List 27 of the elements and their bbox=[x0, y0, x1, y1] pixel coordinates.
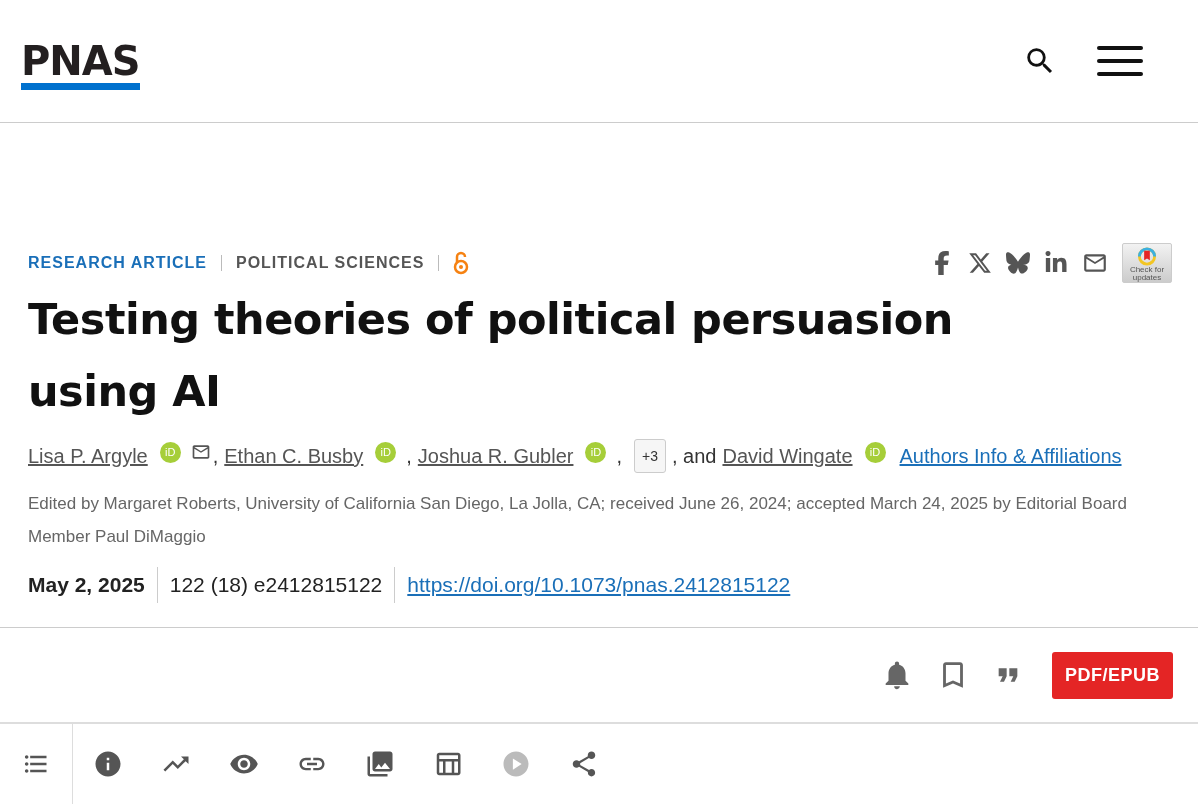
linkedin-icon[interactable] bbox=[1044, 251, 1068, 275]
author-link[interactable]: David Wingate bbox=[722, 444, 853, 468]
mail-icon[interactable] bbox=[190, 442, 211, 462]
article-tag[interactable]: RESEARCH ARTICLE bbox=[28, 254, 207, 272]
info-icon[interactable] bbox=[93, 749, 123, 779]
author-link[interactable]: Joshua R. Gubler bbox=[417, 444, 574, 468]
article-title: Testing theories of political persuasion using AI bbox=[28, 293, 954, 418]
updates-badge[interactable]: Check for updates bbox=[1122, 243, 1172, 283]
pnas-logo[interactable]: PNAS bbox=[21, 40, 140, 90]
affiliations-link[interactable]: Authors Info & Affiliations bbox=[899, 444, 1122, 468]
more-authors-button[interactable]: +3 bbox=[634, 439, 666, 473]
author-separator: , bbox=[406, 444, 412, 468]
author-separator: , bbox=[616, 444, 622, 468]
menu-icon[interactable] bbox=[1097, 45, 1143, 77]
doi-link[interactable]: https://doi.org/10.1073/pnas.2412815122 bbox=[407, 573, 791, 597]
author-separator: , and bbox=[672, 444, 717, 468]
editor-note: Edited by Margaret Roberts, University of California San Diego, La Jolla, CA; received June 26, 2024; accepted March 24, 2025 by Editorial Board Member Paul DiMaggio bbox=[28, 493, 1128, 548]
images-icon[interactable] bbox=[365, 749, 395, 779]
author-link[interactable]: Lisa P. Argyle bbox=[28, 444, 148, 468]
author-separator: , bbox=[212, 444, 219, 468]
x-icon[interactable] bbox=[968, 251, 992, 275]
publication-date: May 2, 2025 bbox=[28, 572, 146, 598]
author-link[interactable]: Ethan C. Busby bbox=[224, 444, 364, 468]
bluesky-icon[interactable] bbox=[1006, 251, 1030, 275]
pdf-button[interactable]: PDF/EPUB bbox=[1052, 651, 1173, 699]
article-tag[interactable]: POLITICAL SCIENCES bbox=[235, 254, 425, 272]
citation: 122 (18) e2412815122 bbox=[156, 567, 395, 603]
